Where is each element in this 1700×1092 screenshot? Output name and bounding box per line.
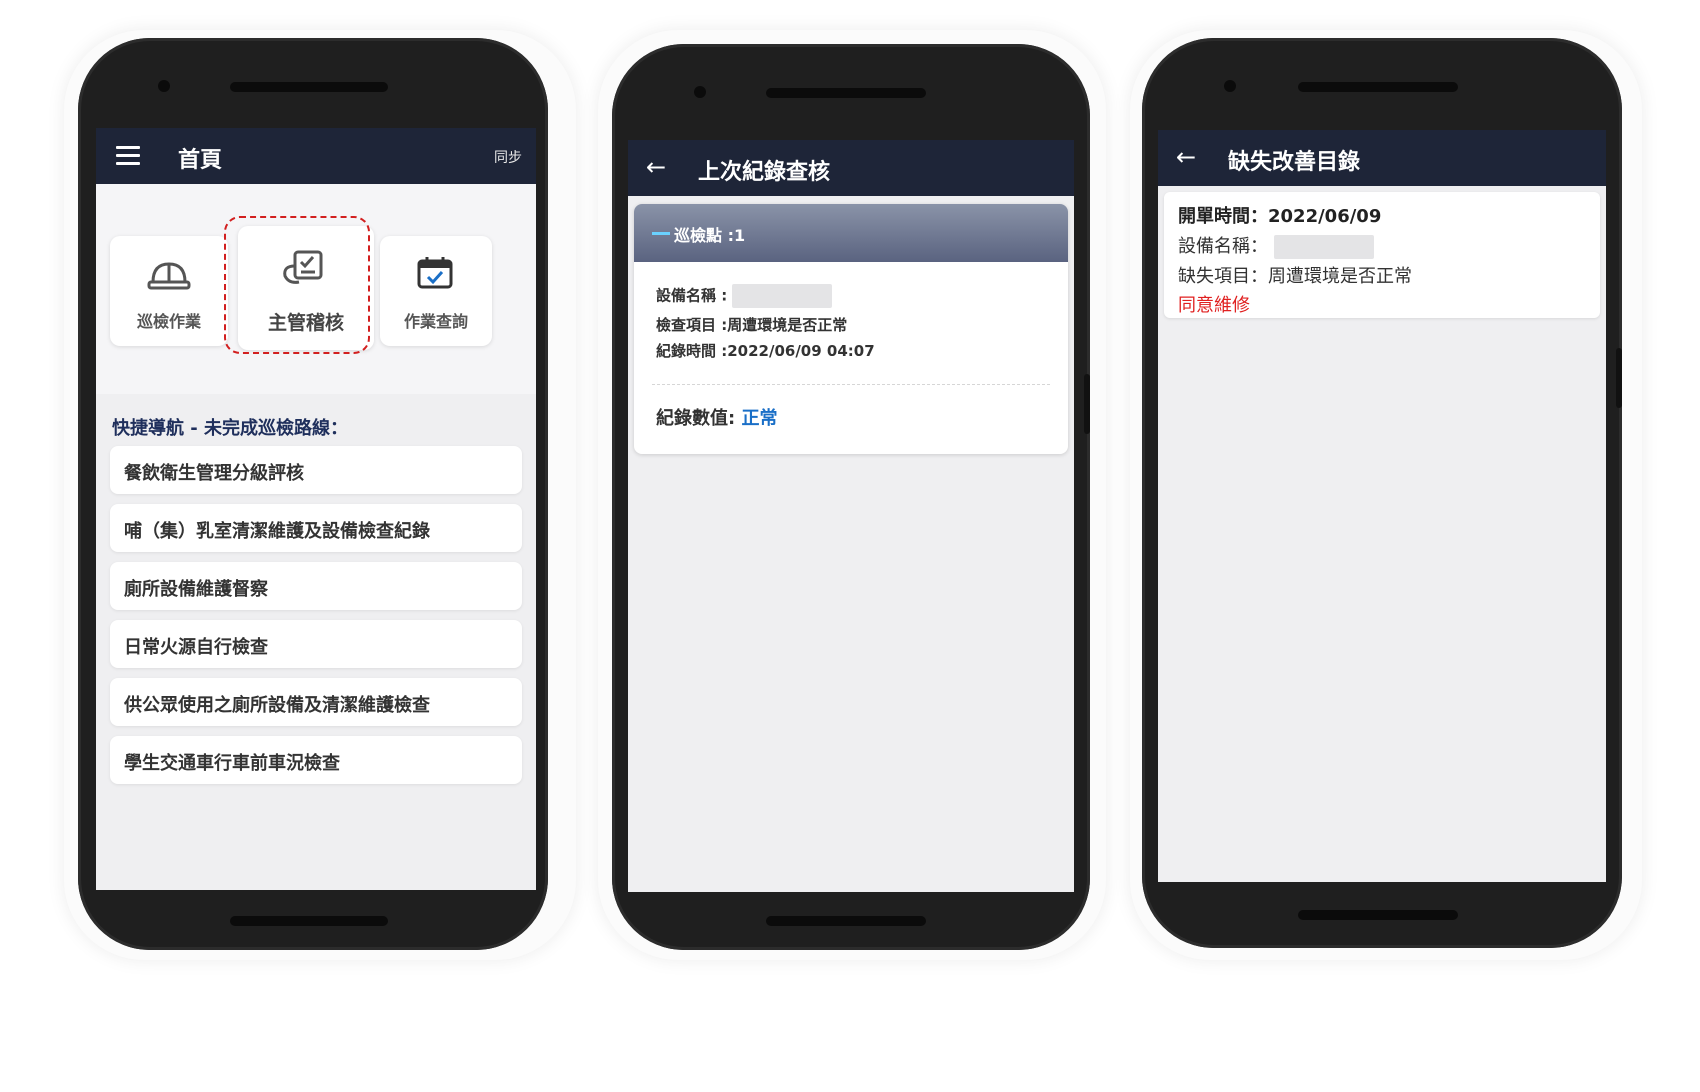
- phone-body: ← 缺失改善目錄 開單時間：2022/06/09 設備名稱： 缺失項目：周遭環境…: [1142, 38, 1622, 948]
- route-item[interactable]: 餐飲衛生管理分級評核: [110, 446, 522, 494]
- page-title: 上次紀錄查核: [698, 160, 831, 185]
- top-speaker: [1298, 82, 1458, 92]
- highlight-frame: [224, 216, 370, 354]
- quick-nav-title: 快捷導航 - 未完成巡檢路線：: [112, 418, 349, 439]
- app-bar: ← 缺失改善目錄: [1158, 130, 1606, 186]
- accent-line: [652, 232, 670, 235]
- record-time: 紀錄時間 :2022/06/09 04:07: [656, 342, 875, 360]
- phone-body: 首頁 同步 巡檢作業 主管稽核 作業查詢 快捷導航 - 未完成巡檢路線： 餐飲衛…: [78, 38, 548, 950]
- top-speaker: [766, 88, 926, 98]
- tile-query[interactable]: 作業查詢: [380, 236, 492, 346]
- device-name-label: 設備名稱：: [1178, 236, 1268, 257]
- phone-home: 首頁 同步 巡檢作業 主管稽核 作業查詢 快捷導航 - 未完成巡檢路線： 餐飲衛…: [64, 30, 576, 960]
- route-label: 供公眾使用之廁所設備及清潔維護檢查: [124, 695, 430, 716]
- side-button: [1084, 374, 1090, 434]
- tile-patrol[interactable]: 巡檢作業: [110, 236, 228, 346]
- value-label: 紀錄數值:: [656, 408, 736, 429]
- status-text: 同意維修: [1178, 295, 1250, 316]
- front-camera: [1224, 80, 1236, 92]
- front-camera: [694, 86, 706, 98]
- check-item: 檢查項目 :周遭環境是否正常: [656, 316, 848, 334]
- front-camera: [158, 80, 170, 92]
- screen-defect: ← 缺失改善目錄 開單時間：2022/06/09 設備名稱： 缺失項目：周遭環境…: [1158, 130, 1606, 882]
- app-bar: ← 上次紀錄查核: [628, 140, 1074, 196]
- sync-button[interactable]: 同步: [494, 147, 522, 167]
- device-name-label: 設備名稱 :: [656, 286, 728, 305]
- menu-icon[interactable]: [116, 146, 140, 165]
- defect-item: 缺失項目：周遭環境是否正常: [1178, 266, 1412, 287]
- calendar-check-icon: [417, 257, 453, 289]
- route-label: 日常火源自行檢查: [124, 637, 268, 658]
- bottom-speaker: [230, 916, 388, 926]
- route-item[interactable]: 哺（集）乳室清潔維護及設備檢查紀錄: [110, 504, 522, 552]
- route-label: 哺（集）乳室清潔維護及設備檢查紀錄: [124, 521, 430, 542]
- top-speaker: [230, 82, 388, 92]
- side-button: [1616, 348, 1622, 408]
- open-time: 開單時間：2022/06/09: [1178, 206, 1382, 227]
- app-bar: 首頁 同步: [96, 128, 536, 184]
- route-item[interactable]: 日常火源自行檢查: [110, 620, 522, 668]
- hard-hat-icon: [147, 262, 191, 290]
- phone-body: ← 上次紀錄查核 巡檢點 :1 設備名稱 : 檢查項目 :周遭環境是否正常 紀錄…: [612, 44, 1090, 950]
- redacted-device-name: [732, 284, 833, 308]
- checkpoint-title: 巡檢點 :1: [674, 226, 746, 245]
- page-title: 缺失改善目錄: [1228, 150, 1361, 175]
- device-name-line: 設備名稱 :: [656, 284, 833, 308]
- route-item[interactable]: 供公眾使用之廁所設備及清潔維護檢查: [110, 678, 522, 726]
- phone-record: ← 上次紀錄查核 巡檢點 :1 設備名稱 : 檢查項目 :周遭環境是否正常 紀錄…: [598, 30, 1106, 960]
- page-title: 首頁: [178, 148, 223, 173]
- divider: [652, 384, 1050, 385]
- defect-card[interactable]: 開單時間：2022/06/09 設備名稱： 缺失項目：周遭環境是否正常 同意維修: [1164, 192, 1600, 318]
- tile-label: 巡檢作業: [136, 312, 201, 331]
- back-arrow-icon[interactable]: ←: [1176, 144, 1196, 170]
- route-item[interactable]: 廁所設備維護督察: [110, 562, 522, 610]
- card-header: 巡檢點 :1: [634, 204, 1068, 262]
- screen-record: ← 上次紀錄查核 巡檢點 :1 設備名稱 : 檢查項目 :周遭環境是否正常 紀錄…: [628, 140, 1074, 892]
- device-name-line: 設備名稱：: [1178, 232, 1374, 259]
- route-label: 餐飲衛生管理分級評核: [124, 463, 304, 484]
- redacted-device-name: [1273, 235, 1374, 259]
- route-item[interactable]: 學生交通車行車前車況檢查: [110, 736, 522, 784]
- record-value-line: 紀錄數值: 正常: [656, 404, 777, 430]
- value-text: 正常: [741, 408, 778, 429]
- tile-label: 作業查詢: [403, 312, 468, 331]
- screen-home: 首頁 同步 巡檢作業 主管稽核 作業查詢 快捷導航 - 未完成巡檢路線： 餐飲衛…: [96, 128, 536, 890]
- route-label: 學生交通車行車前車況檢查: [124, 753, 340, 774]
- back-arrow-icon[interactable]: ←: [646, 154, 666, 180]
- bottom-speaker: [1298, 910, 1458, 920]
- phone-defect: ← 缺失改善目錄 開單時間：2022/06/09 設備名稱： 缺失項目：周遭環境…: [1130, 30, 1642, 960]
- route-label: 廁所設備維護督察: [124, 579, 268, 600]
- feature-tiles: 巡檢作業 主管稽核 作業查詢: [96, 184, 536, 394]
- record-card: 巡檢點 :1 設備名稱 : 檢查項目 :周遭環境是否正常 紀錄時間 :2022/…: [634, 204, 1068, 454]
- bottom-speaker: [766, 916, 926, 926]
